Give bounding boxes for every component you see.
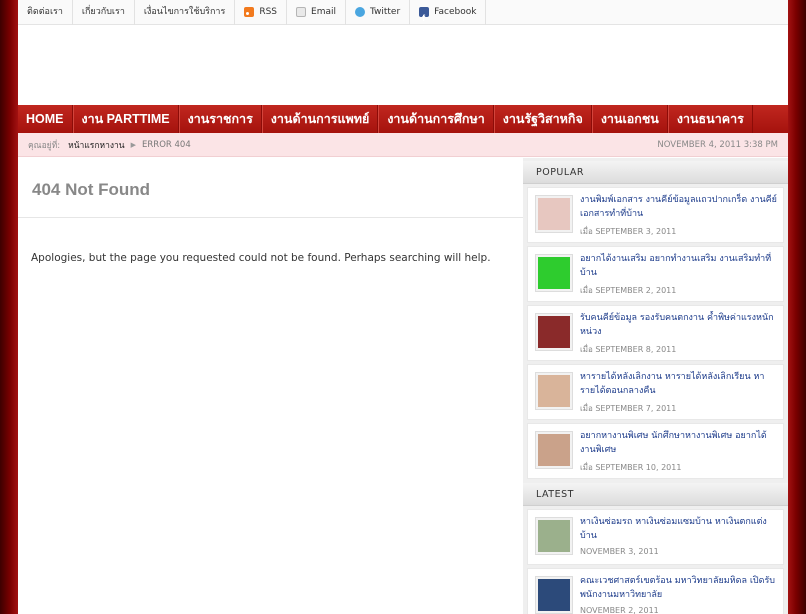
rss-label: RSS <box>259 6 278 17</box>
main-content: 404 Not Found Apologies, but the page yo… <box>18 158 523 264</box>
header-banner <box>18 25 788 105</box>
nav-private[interactable]: งานเอกชน <box>591 105 668 133</box>
post-title-link[interactable]: คณะเวชศาสตร์เขตร้อน มหาวิทยาลัยมหิดล เปิ… <box>580 574 777 602</box>
facebook-icon <box>419 6 430 31</box>
twitter-link[interactable]: Twitter <box>346 0 411 25</box>
nav-government[interactable]: งานราชการ <box>178 105 262 133</box>
title-box: 404 Not Found <box>18 158 523 218</box>
popular-post[interactable]: หารายได้หลังเลิกงาน หารายได้หลังเลิกเรีย… <box>527 364 784 420</box>
rss-link[interactable]: RSS <box>235 0 288 25</box>
current-date: NOVEMBER 4, 2011 3:38 PM <box>657 139 778 150</box>
twitter-label: Twitter <box>370 6 401 17</box>
latest-post[interactable]: หาเงินซ่อมรถ หาเงินซ่อมแซมบ้าน หาเงินตกแ… <box>527 509 784 565</box>
nav-parttime[interactable]: งาน PARTTIME <box>72 105 179 133</box>
rss-icon <box>244 7 255 17</box>
post-title-link[interactable]: หาเงินซ่อมรถ หาเงินซ่อมแซมบ้าน หาเงินตกแ… <box>580 515 777 543</box>
latest-post[interactable]: คณะเวชศาสตร์เขตร้อน มหาวิทยาลัยมหิดล เปิ… <box>527 568 784 614</box>
post-date: เมื่อ SEPTEMBER 7, 2011 <box>580 404 677 413</box>
nav-state-enterprise[interactable]: งานรัฐวิสาหกิจ <box>493 105 592 133</box>
popular-post[interactable]: รับคนคีย์ข้อมูล รองรับคนตกงาน ค้ำพิษค่าแ… <box>527 305 784 361</box>
post-thumbnail[interactable] <box>535 576 573 614</box>
post-date: NOVEMBER 2, 2011 <box>580 606 659 614</box>
sidebar: POPULAR งานพิมพ์เอกสาร งานคีย์ข้อมูลแถวป… <box>523 158 788 614</box>
popular-post[interactable]: อยากได้งานเสริม อยากทำงานเสริม งานเสริมท… <box>527 246 784 302</box>
nav-home[interactable]: HOME <box>18 105 73 133</box>
top-utility-bar: ติดต่อเรา เกี่ยวกับเรา เงื่อนไขการใช้บริ… <box>18 0 788 31</box>
facebook-link[interactable]: Facebook <box>410 0 487 31</box>
popular-widget-title: POPULAR <box>523 161 788 184</box>
breadcrumb-label: คุณอยู่ที่: <box>28 140 61 151</box>
post-title-link[interactable]: อยากได้งานเสริม อยากทำงานเสริม งานเสริมท… <box>580 252 777 280</box>
breadcrumb-arrow-icon: ▶ <box>130 140 137 149</box>
post-thumbnail[interactable] <box>535 254 573 292</box>
post-date: เมื่อ SEPTEMBER 10, 2011 <box>580 463 682 472</box>
post-date: NOVEMBER 3, 2011 <box>580 547 659 556</box>
nav-bank[interactable]: งานธนาคาร <box>667 105 753 133</box>
post-title-link[interactable]: รับคนคีย์ข้อมูล รองรับคนตกงาน ค้ำพิษค่าแ… <box>580 311 777 339</box>
breadcrumb-home-link[interactable]: หน้าแรกหางาน <box>68 138 125 152</box>
about-link[interactable]: เกี่ยวกับเรา <box>73 0 135 25</box>
post-thumbnail[interactable] <box>535 195 573 233</box>
post-thumbnail[interactable] <box>535 372 573 410</box>
post-title-link[interactable]: อยากหางานพิเศษ นักศึกษาหางานพิเศษ อยากได… <box>580 429 777 457</box>
main-nav: HOME งาน PARTTIME งานราชการ งานด้านการแพ… <box>18 105 788 133</box>
latest-widget-title: LATEST <box>523 483 788 506</box>
post-date: เมื่อ SEPTEMBER 8, 2011 <box>580 345 677 354</box>
breadcrumb-current: ERROR 404 <box>142 139 191 150</box>
post-thumbnail[interactable] <box>535 313 573 351</box>
popular-post[interactable]: งานพิมพ์เอกสาร งานคีย์ข้อมูลแถวปากเกร็ด … <box>527 187 784 243</box>
page: ติดต่อเรา เกี่ยวกับเรา เงื่อนไขการใช้บริ… <box>18 0 788 614</box>
terms-link[interactable]: เงื่อนไขการใช้บริการ <box>135 0 236 25</box>
post-title-link[interactable]: หารายได้หลังเลิกงาน หารายได้หลังเลิกเรีย… <box>580 370 777 398</box>
contact-link[interactable]: ติดต่อเรา <box>18 0 73 25</box>
email-icon <box>296 7 307 17</box>
popular-post[interactable]: อยากหางานพิเศษ นักศึกษาหางานพิเศษ อยากได… <box>527 423 784 479</box>
twitter-icon <box>355 7 365 17</box>
facebook-label: Facebook <box>434 6 477 17</box>
post-date: เมื่อ SEPTEMBER 3, 2011 <box>580 227 677 236</box>
breadcrumb: คุณอยู่ที่: หน้าแรกหางาน ▶ ERROR 404 NOV… <box>18 133 788 157</box>
post-thumbnail[interactable] <box>535 517 573 555</box>
post-title-link[interactable]: งานพิมพ์เอกสาร งานคีย์ข้อมูลแถวปากเกร็ด … <box>580 193 777 221</box>
post-date: เมื่อ SEPTEMBER 2, 2011 <box>580 286 677 295</box>
nav-education[interactable]: งานด้านการศึกษา <box>378 105 494 133</box>
email-label: Email <box>311 6 336 17</box>
nav-medical[interactable]: งานด้านการแพทย์ <box>261 105 379 133</box>
post-thumbnail[interactable] <box>535 431 573 469</box>
email-link[interactable]: Email <box>287 0 346 25</box>
page-title: 404 Not Found <box>32 180 151 199</box>
error-message: Apologies, but the page you requested co… <box>31 252 491 264</box>
